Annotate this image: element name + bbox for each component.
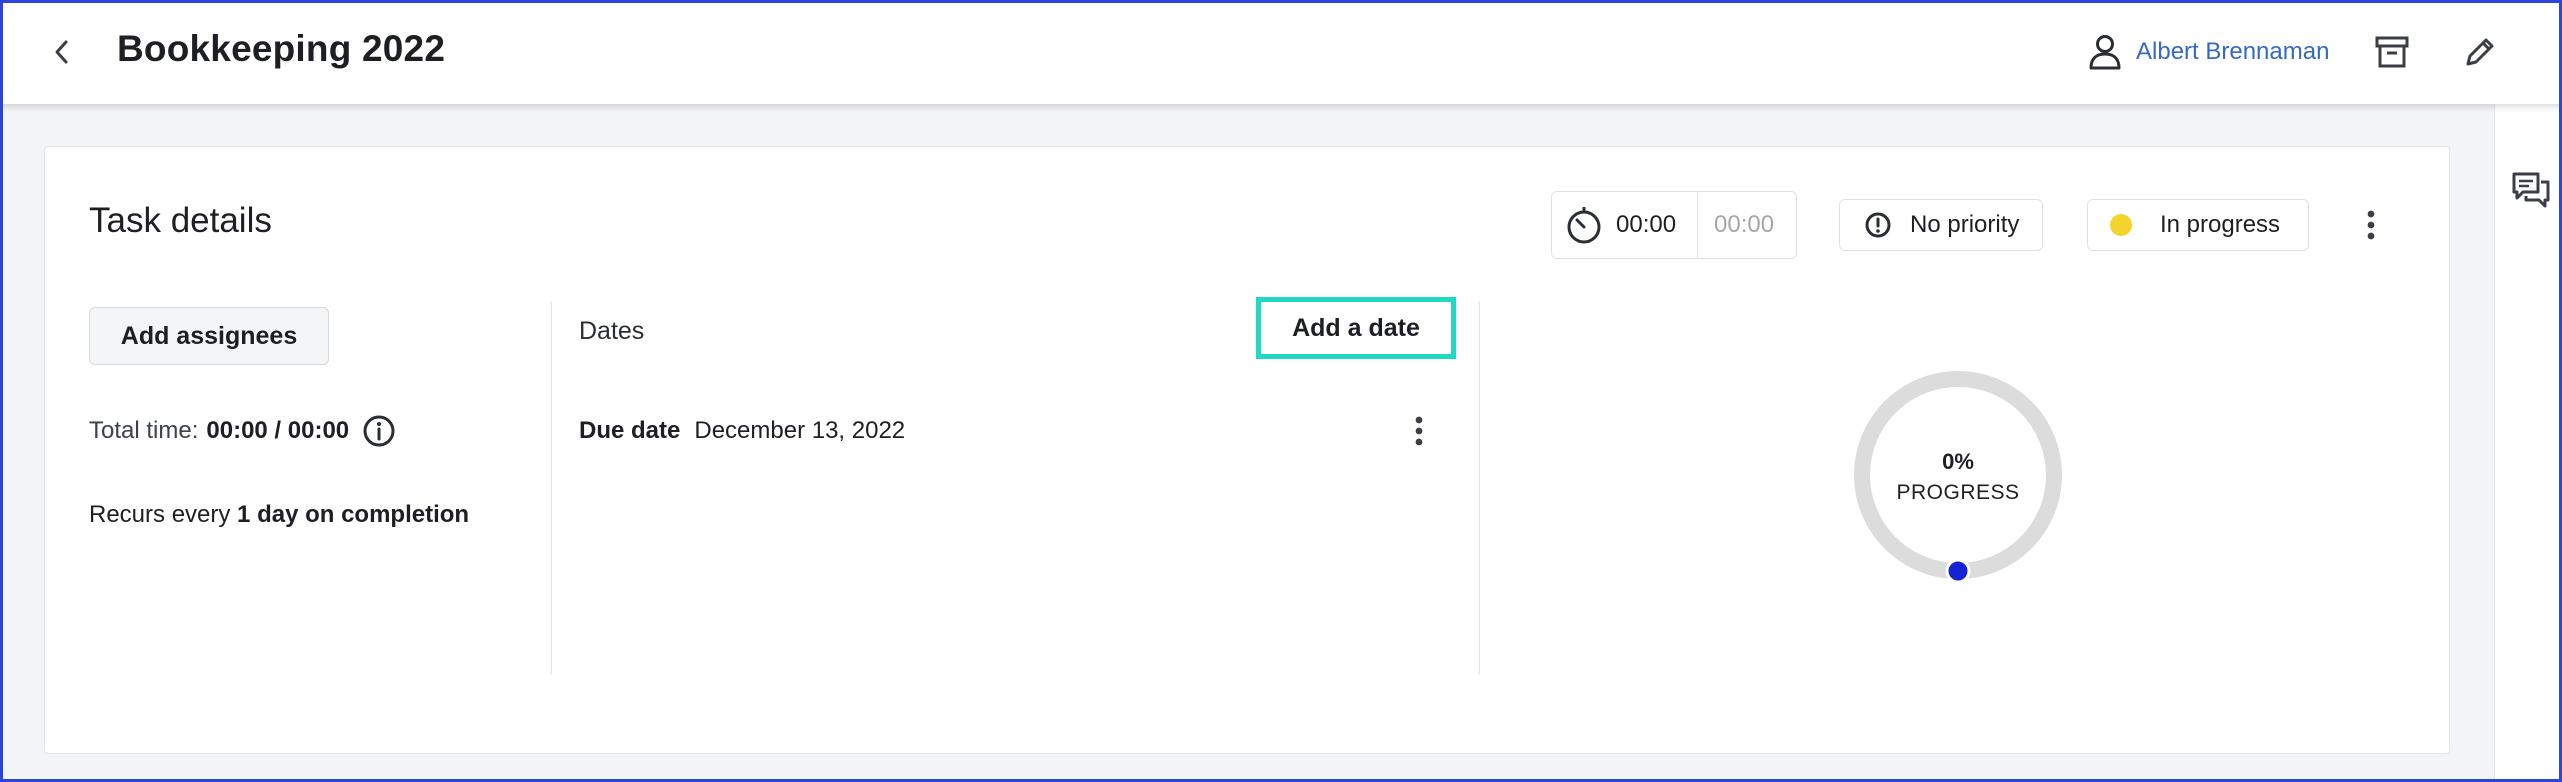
archive-icon	[2375, 36, 2409, 68]
back-button[interactable]	[40, 30, 84, 74]
user-menu[interactable]: Albert Brennaman	[2088, 30, 2329, 74]
total-time: Total time: 00:00 / 00:00	[89, 413, 397, 449]
task-details-card: Task details 00:00 00:00 No priority In …	[44, 146, 2450, 754]
status-selector[interactable]: In progress	[2087, 199, 2309, 251]
due-date-row: Due date December 13, 2022	[579, 417, 905, 445]
alert-circle-icon	[1865, 212, 1891, 238]
right-rail	[2494, 104, 2562, 782]
progress-track	[1854, 371, 2062, 579]
info-icon	[363, 415, 395, 447]
timer-start-button[interactable]: 00:00	[1552, 192, 1698, 258]
recurrence-info: Recurs every 1 day on completion	[89, 501, 469, 529]
pencil-icon	[2466, 38, 2494, 66]
due-date-label: Due date	[579, 417, 681, 444]
due-date-value: December 13, 2022	[694, 417, 906, 444]
page-title: Bookkeeping 2022	[117, 28, 446, 69]
status-label: In progress	[2160, 211, 2281, 238]
column-divider	[1479, 301, 1480, 675]
add-date-button[interactable]: Add a date	[1256, 297, 1456, 359]
chevron-left-icon	[55, 40, 68, 64]
priority-selector[interactable]: No priority	[1839, 199, 2043, 251]
total-time-label: Total time:	[89, 417, 199, 444]
recurs-prefix: Recurs every	[89, 501, 231, 528]
progress-ring: 0% PROGRESS	[1848, 365, 2068, 585]
progress-handle[interactable]	[1945, 558, 1971, 584]
recurs-value: 1 day on completion	[237, 501, 470, 528]
time-tracker: 00:00 00:00	[1551, 191, 1797, 259]
add-assignees-button[interactable]: Add assignees	[89, 307, 329, 365]
progress-ring-graphic	[1854, 371, 2062, 584]
task-more-menu[interactable]	[2349, 201, 2393, 249]
stopwatch-icon	[1567, 207, 1601, 244]
top-header: Bookkeeping 2022 Albert Brennaman	[0, 0, 2562, 104]
column-divider	[551, 301, 552, 675]
due-date-more-menu[interactable]	[1399, 409, 1439, 453]
info-button[interactable]	[361, 413, 397, 449]
more-vertical-icon	[1415, 416, 1423, 446]
estimated-time[interactable]: 00:00	[1698, 211, 1774, 239]
progress-percent: 0%	[1942, 449, 1974, 474]
comments-button[interactable]	[2509, 168, 2553, 212]
more-vertical-icon	[2367, 210, 2375, 240]
edit-button[interactable]	[2458, 30, 2502, 74]
archive-button[interactable]	[2370, 30, 2414, 74]
total-time-value: 00:00 / 00:00	[206, 417, 350, 444]
status-dot	[2110, 214, 2132, 236]
user-icon	[2089, 35, 2121, 70]
comments-icon	[2512, 172, 2550, 208]
dates-heading: Dates	[579, 317, 645, 345]
user-name[interactable]: Albert Brennaman	[2136, 38, 2329, 66]
tracked-time: 00:00	[1616, 211, 1677, 238]
card-title: Task details	[89, 201, 272, 240]
priority-label: No priority	[1910, 211, 2020, 238]
progress-label: PROGRESS	[1896, 481, 2020, 504]
